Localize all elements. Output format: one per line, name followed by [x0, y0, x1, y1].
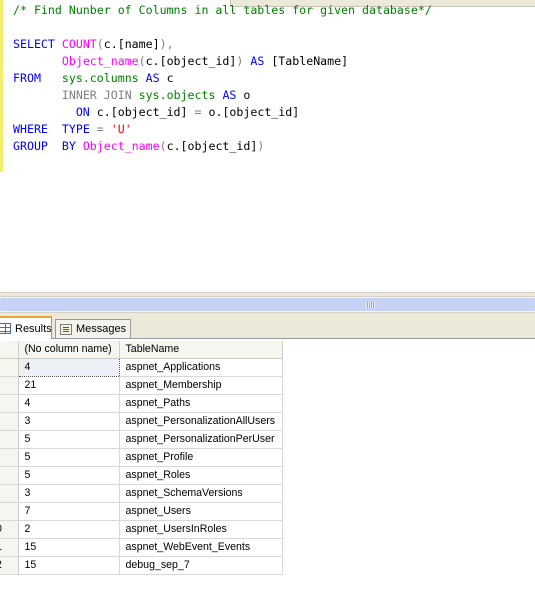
row-header[interactable]: 1	[0, 538, 19, 557]
row-header[interactable]: 0	[0, 520, 19, 539]
tab-messages[interactable]: Messages	[55, 319, 131, 338]
cell-column-count[interactable]: 7	[18, 502, 120, 521]
row-header[interactable]	[0, 502, 19, 521]
sql-line-group: GROUP BY Object_name(c.[object_id])	[13, 139, 265, 153]
row-header[interactable]	[0, 358, 19, 377]
pane-splitter[interactable]	[0, 292, 535, 315]
row-header-corner[interactable]	[0, 341, 19, 359]
sql-line-join: INNER JOIN sys.objects AS o	[61, 88, 251, 102]
cell-column-count[interactable]: 5	[18, 448, 120, 467]
grid-icon	[0, 323, 11, 334]
editor-horizontal-scrollbar[interactable]	[0, 296, 535, 313]
row-header[interactable]	[0, 376, 19, 395]
cell-column-count[interactable]: 2	[18, 520, 120, 539]
sql-line-from: FROM sys.columns AS c	[13, 71, 174, 85]
sql-editor[interactable]: /* Find Nunber of Columns in all tables …	[0, 0, 535, 292]
cell-column-count[interactable]: 4	[17, 357, 120, 377]
cell-table-name[interactable]: aspnet_PersonalizationPerUser	[119, 430, 283, 449]
cell-table-name[interactable]: aspnet_WebEvent_Events	[119, 538, 283, 557]
messages-icon	[60, 323, 72, 335]
cell-table-name[interactable]: aspnet_Users	[119, 502, 283, 521]
results-grid-pane[interactable]: (No column name) TableName 4 aspnet_Appli…	[0, 339, 535, 596]
row-header[interactable]: 2	[0, 556, 19, 575]
table-row[interactable]: 7 aspnet_Users	[0, 502, 283, 521]
table-row[interactable]: 4 aspnet_Paths	[0, 394, 283, 413]
results-grid: (No column name) TableName 4 aspnet_Appli…	[0, 341, 283, 575]
sql-line-object-name: Object_name(c.[object_id]) AS [TableName…	[61, 54, 349, 68]
tab-messages-label: Messages	[76, 323, 127, 335]
tab-results[interactable]: Results	[0, 316, 52, 339]
cell-column-count[interactable]: 3	[18, 412, 120, 431]
table-row[interactable]: 5 aspnet_Roles	[0, 466, 283, 485]
cell-table-name[interactable]: aspnet_Profile	[119, 448, 283, 467]
sql-comment-line: /* Find Nunber of Columns in all tables …	[13, 3, 432, 17]
cell-table-name[interactable]: debug_sep_7	[119, 556, 283, 575]
cell-column-count[interactable]: 3	[18, 484, 120, 503]
cell-table-name[interactable]: aspnet_Paths	[119, 394, 283, 413]
scrollbar-grip-icon	[366, 302, 375, 308]
table-row[interactable]: 2 15debug_sep_7	[0, 556, 283, 575]
cell-table-name[interactable]: aspnet_UsersInRoles	[119, 520, 283, 539]
cell-table-name[interactable]: aspnet_SchemaVersions	[119, 484, 283, 503]
column-header-count[interactable]: (No column name)	[18, 341, 120, 359]
cell-column-count[interactable]: 5	[18, 430, 120, 449]
table-row[interactable]: 1 15aspnet_WebEvent_Events	[0, 538, 283, 557]
scrollbar-thumb[interactable]	[0, 298, 535, 311]
cell-column-count[interactable]: 4	[18, 394, 120, 413]
row-number: 1	[0, 541, 2, 553]
row-number: 2	[0, 559, 2, 571]
results-tab-strip: Results Messages	[0, 315, 535, 339]
grid-header-row: (No column name) TableName	[0, 341, 283, 359]
cell-table-name[interactable]: aspnet_Applications	[119, 358, 283, 377]
sql-line-where: WHERE TYPE = 'U'	[13, 122, 132, 136]
cell-column-count[interactable]: 5	[18, 466, 120, 485]
cell-column-count[interactable]: 15	[18, 556, 120, 575]
sql-line-select: SELECT COUNT(c.[name]),	[13, 37, 174, 51]
cell-table-name[interactable]: aspnet_PersonalizationAllUsers	[119, 412, 283, 431]
cell-table-name[interactable]: aspnet_Roles	[119, 466, 283, 485]
cell-column-count[interactable]: 21	[18, 376, 120, 395]
editor-change-margin	[0, 0, 3, 172]
row-header[interactable]	[0, 466, 19, 485]
table-row[interactable]: 21 aspnet_Membership	[0, 376, 283, 395]
row-header[interactable]	[0, 448, 19, 467]
cell-column-count[interactable]: 15	[18, 538, 120, 557]
column-header-tablename[interactable]: TableName	[119, 341, 283, 359]
table-row[interactable]: 4 aspnet_Applications	[0, 357, 283, 377]
table-row[interactable]: 5 aspnet_PersonalizationPerUser	[0, 430, 283, 449]
row-header[interactable]	[0, 394, 19, 413]
table-row[interactable]: 5 aspnet_Profile	[0, 448, 283, 467]
row-header[interactable]	[0, 430, 19, 449]
table-row[interactable]: 3 aspnet_PersonalizationAllUsers	[0, 412, 283, 431]
row-header[interactable]	[0, 412, 19, 431]
cell-table-name[interactable]: aspnet_Membership	[119, 376, 283, 395]
table-row[interactable]: 0 2aspnet_UsersInRoles	[0, 520, 283, 539]
row-header[interactable]	[0, 484, 19, 503]
row-number: 0	[0, 523, 2, 535]
tab-results-label: Results	[15, 322, 52, 335]
sql-line-on: ON c.[object_id] = o.[object_id]	[75, 105, 300, 119]
table-row[interactable]: 3 aspnet_SchemaVersions	[0, 484, 283, 503]
